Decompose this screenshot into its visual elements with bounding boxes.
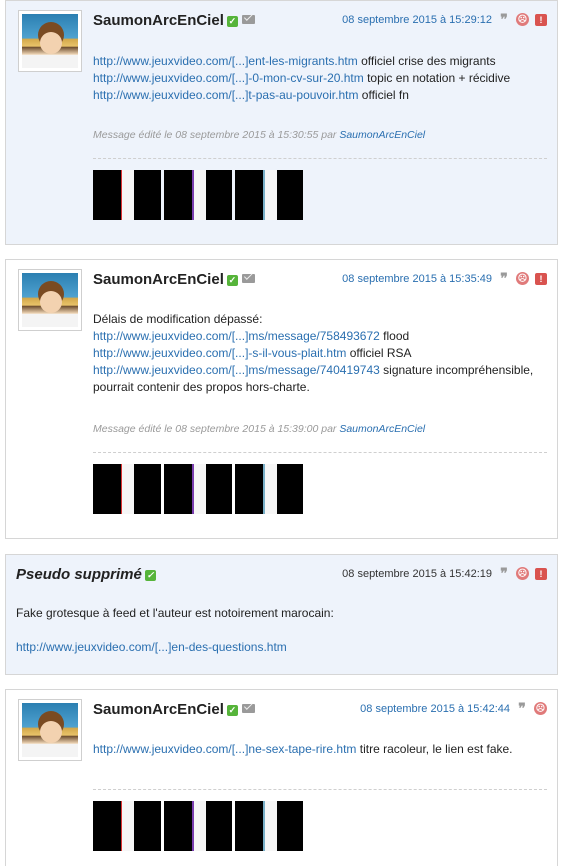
mail-icon[interactable]	[241, 704, 255, 713]
quote-icon[interactable]: ❞	[498, 11, 510, 28]
post: Pseudo supprimé ✓ 08 septembre 2015 à 15:…	[5, 554, 558, 675]
author-name[interactable]: SaumonArcEnCiel ✓	[93, 271, 255, 288]
post-line: http://www.jeuxvideo.com/[...]ms/message…	[93, 363, 534, 377]
avatar[interactable]	[18, 269, 82, 331]
post-meta: 08 septembre 2015 à 15:29:12 ❞ ☹ !	[342, 11, 547, 28]
edit-notice: Message édité le 08 septembre 2015 à 15:…	[93, 129, 426, 141]
post-line: http://www.jeuxvideo.com/[...]ent-les-mi…	[93, 54, 496, 68]
post-text: Fake grotesque à feed et l'auteur est no…	[16, 606, 334, 620]
post-link[interactable]: http://www.jeuxvideo.com/[...]ent-les-mi…	[93, 54, 358, 68]
signature-image[interactable]	[235, 801, 303, 851]
mail-icon[interactable]	[241, 274, 255, 283]
sad-face-icon[interactable]: ☹	[516, 272, 529, 285]
post-date[interactable]: 08 septembre 2015 à 15:29:12	[342, 14, 492, 26]
author-label[interactable]: SaumonArcEnCiel	[93, 701, 224, 718]
post: SaumonArcEnCiel ✓ 08 septembre 2015 à 15:…	[5, 259, 558, 539]
post-text: pourrait contenir des propos hors-charte…	[93, 380, 310, 394]
post-link[interactable]: http://www.jeuxvideo.com/[...]en-des-que…	[16, 640, 287, 654]
signature-separator	[93, 789, 547, 790]
post-body: http://www.jeuxvideo.com/[...]ne-sex-tap…	[93, 741, 547, 758]
post-link[interactable]: http://www.jeuxvideo.com/[...]ne-sex-tap…	[93, 742, 356, 756]
signature-image[interactable]	[164, 464, 232, 514]
post-link[interactable]: http://www.jeuxvideo.com/[...]ms/message…	[93, 329, 380, 343]
edit-notice: Message édité le 08 septembre 2015 à 15:…	[93, 423, 426, 435]
signature-separator	[93, 158, 547, 159]
post-text: Délais de modification dépassé:	[93, 312, 263, 326]
post-meta: 08 septembre 2015 à 15:42:44 ❞ ☹	[360, 700, 547, 717]
post-date[interactable]: 08 septembre 2015 à 15:35:49	[342, 273, 492, 285]
author-name[interactable]: SaumonArcEnCiel ✓	[93, 701, 255, 718]
author-name[interactable]: SaumonArcEnCiel ✓	[93, 12, 255, 29]
signature-image[interactable]	[93, 801, 161, 851]
avatar-image	[22, 14, 78, 68]
alert-icon[interactable]: !	[535, 13, 547, 26]
author-label[interactable]: SaumonArcEnCiel	[93, 271, 224, 288]
signature	[93, 464, 303, 514]
sad-face-icon[interactable]: ☹	[516, 567, 529, 580]
edit-author-link[interactable]: SaumonArcEnCiel	[339, 423, 425, 435]
signature	[93, 801, 303, 851]
edit-author-link[interactable]: SaumonArcEnCiel	[339, 129, 425, 141]
signature-image[interactable]	[235, 464, 303, 514]
post-link[interactable]: http://www.jeuxvideo.com/[...]ms/message…	[93, 363, 380, 377]
avatar[interactable]	[18, 10, 82, 72]
post-line: http://www.jeuxvideo.com/[...]-s-il-vous…	[93, 346, 412, 360]
quote-icon[interactable]: ❞	[498, 270, 510, 287]
post-body: Fake grotesque à feed et l'auteur est no…	[16, 605, 547, 656]
post-body: Délais de modification dépassé: http://w…	[93, 311, 547, 396]
author-label[interactable]: SaumonArcEnCiel	[93, 12, 224, 29]
post: SaumonArcEnCiel ✓ 08 septembre 2015 à 15:…	[5, 689, 558, 866]
post-line: http://www.jeuxvideo.com/[...]en-des-que…	[16, 639, 547, 656]
post-link[interactable]: http://www.jeuxvideo.com/[...]t-pas-au-p…	[93, 88, 358, 102]
quote-icon[interactable]: ❞	[498, 565, 510, 582]
signature-separator	[93, 452, 547, 453]
signature-image[interactable]	[93, 170, 161, 220]
alert-icon[interactable]: !	[535, 272, 547, 285]
post-date[interactable]: 08 septembre 2015 à 15:42:44	[360, 703, 510, 715]
verified-icon: ✓	[144, 570, 156, 581]
signature	[93, 170, 303, 220]
post-line: http://www.jeuxvideo.com/[...]ms/message…	[93, 329, 410, 343]
signature-image[interactable]	[164, 170, 232, 220]
avatar[interactable]	[18, 699, 82, 761]
author-name: Pseudo supprimé ✓	[16, 566, 156, 583]
quote-icon[interactable]: ❞	[516, 700, 528, 717]
avatar-image	[22, 703, 78, 757]
post-line: http://www.jeuxvideo.com/[...]-0-mon-cv-…	[93, 71, 511, 85]
verified-icon: ✓	[226, 16, 238, 27]
post-body: http://www.jeuxvideo.com/[...]ent-les-mi…	[93, 53, 547, 104]
post: SaumonArcEnCiel ✓ 08 septembre 2015 à 15:…	[5, 0, 558, 245]
sad-face-icon[interactable]: ☹	[534, 702, 547, 715]
signature-image[interactable]	[235, 170, 303, 220]
post-line: http://www.jeuxvideo.com/[...]t-pas-au-p…	[93, 88, 409, 102]
mail-icon[interactable]	[241, 15, 255, 24]
post-meta: 08 septembre 2015 à 15:35:49 ❞ ☹ !	[342, 270, 547, 287]
post-link[interactable]: http://www.jeuxvideo.com/[...]-s-il-vous…	[93, 346, 346, 360]
alert-icon[interactable]: !	[535, 567, 547, 580]
avatar-image	[22, 273, 78, 327]
author-label: Pseudo supprimé	[16, 566, 142, 583]
verified-icon: ✓	[226, 705, 238, 716]
post-line: http://www.jeuxvideo.com/[...]ne-sex-tap…	[93, 742, 513, 756]
signature-image[interactable]	[164, 801, 232, 851]
signature-image[interactable]	[93, 464, 161, 514]
verified-icon: ✓	[226, 275, 238, 286]
post-date[interactable]: 08 septembre 2015 à 15:42:19	[342, 568, 492, 580]
sad-face-icon[interactable]: ☹	[516, 13, 529, 26]
post-link[interactable]: http://www.jeuxvideo.com/[...]-0-mon-cv-…	[93, 71, 364, 85]
post-meta: 08 septembre 2015 à 15:42:19 ❞ ☹ !	[342, 565, 547, 582]
